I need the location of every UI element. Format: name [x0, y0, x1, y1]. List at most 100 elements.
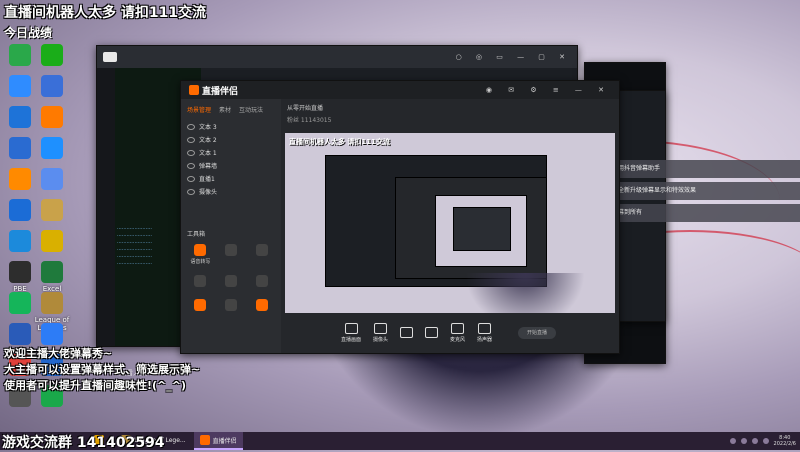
layer-item[interactable]: 摄像头	[181, 185, 281, 198]
control-button[interactable]: 摄像头	[373, 323, 388, 343]
tool-icon	[255, 299, 268, 311]
control-button[interactable]: 直播画面	[341, 323, 361, 343]
qq-group-number: 141402594	[76, 435, 165, 451]
tool-button[interactable]	[216, 275, 247, 289]
app-icon	[9, 44, 31, 66]
tool-button[interactable]	[216, 299, 247, 313]
tray-icon[interactable]	[751, 438, 758, 444]
layer-item[interactable]: 直播1	[181, 172, 281, 185]
danmaku-line: 使用者可以提升直播间趣味性!(^_^)	[4, 379, 187, 392]
stream-overlay-title: 直播间机器人太多 请扣111交流	[4, 5, 207, 21]
desktop-icon[interactable]	[2, 230, 38, 254]
desktop-icon[interactable]	[34, 168, 70, 192]
tool-button[interactable]	[246, 244, 277, 265]
desktop-icon[interactable]	[34, 323, 70, 347]
app-icon	[9, 199, 31, 221]
control-button[interactable]: 麦克风	[450, 323, 465, 343]
start-broadcast-button[interactable]: 开始直播	[518, 327, 557, 339]
control-button[interactable]	[425, 326, 439, 340]
tool-button[interactable]	[246, 299, 277, 313]
tool-icon	[194, 299, 207, 311]
tool-icon	[194, 275, 207, 287]
live-preview[interactable]: 直播间机器人太多 请扣111交流	[285, 133, 615, 329]
desktop-icon[interactable]	[2, 137, 38, 161]
tool-icon	[224, 299, 237, 311]
window-controls[interactable]: ○ ◎ ▭ — ▢ ✕	[456, 53, 571, 61]
tool-button[interactable]	[246, 275, 277, 289]
danmaku-line: 大主播可以设置弹幕样式、筛选展示弹~	[4, 363, 201, 376]
streamer-main: 从零开始直播 粉丝 11143015 直播间机器人太多 请扣111交流 直播画面…	[281, 99, 619, 353]
eye-icon[interactable]	[187, 175, 195, 182]
tool-button[interactable]	[216, 244, 247, 265]
control-button[interactable]: 扬声器	[477, 323, 492, 343]
desktop-icon[interactable]	[2, 292, 38, 316]
layer-list: 文本 3 文本 2 文本 1 弹幕墙直播1 摄像头	[181, 120, 281, 198]
tray-icon[interactable]	[729, 438, 736, 444]
streamer-app-window[interactable]: 直播伴侣 ◉ ✉ ⚙ ≡ — ✕ 场景管理 素材 互动玩法 文本 3 文本 2 文本…	[180, 80, 620, 354]
desktop-icon[interactable]	[2, 168, 38, 192]
layer-item[interactable]: 文本 2	[181, 133, 281, 146]
viewer-chat-lines: ······················ ··················…	[117, 226, 152, 267]
notice-1: 欢迎使用抖音弹幕助手	[592, 160, 800, 178]
toolbox-title: 工具箱	[187, 231, 206, 238]
control-label: 麦克风	[450, 337, 466, 343]
desktop-icon[interactable]	[34, 199, 70, 223]
layer-item[interactable]: 弹幕墙	[181, 159, 281, 172]
notice-3: 添加弹幕到所有	[592, 204, 800, 222]
taskbar-clock[interactable]: 8:40 2022/2/6	[774, 435, 796, 447]
viewer-left-rail	[97, 68, 115, 346]
desktop-icon[interactable]	[2, 75, 38, 99]
tool-button[interactable]: 语音转写	[185, 244, 216, 265]
eye-icon[interactable]	[187, 149, 195, 156]
tool-button[interactable]	[185, 299, 216, 313]
app-icon	[9, 230, 31, 252]
eye-icon[interactable]	[187, 188, 195, 195]
logo-icon	[189, 85, 199, 95]
tool-button[interactable]	[185, 275, 216, 289]
clock-date: 2022/2/6	[773, 441, 796, 447]
tab-interactive[interactable]: 互动玩法	[239, 105, 263, 114]
app-icon	[9, 261, 31, 283]
desktop-icon[interactable]	[34, 106, 70, 130]
tool-icon	[224, 244, 237, 256]
control-icon	[451, 323, 465, 334]
desktop-icon[interactable]	[2, 199, 38, 223]
app-icon	[9, 75, 31, 97]
layer-label: 弹幕墙	[199, 163, 218, 170]
danmaku-line: 欢迎主播大佬弹幕秀~	[4, 347, 113, 360]
app-icon	[41, 199, 63, 221]
viewer-window-titlebar[interactable]: ○ ◎ ▭ — ▢ ✕	[97, 46, 577, 68]
app-window-controls[interactable]: ◉ ✉ ⚙ ≡ — ✕	[486, 86, 611, 94]
scene-sidebar: 场景管理 素材 互动玩法 文本 3 文本 2 文本 1 弹幕墙直播1 摄像头 工具箱 语…	[181, 99, 281, 353]
eye-icon[interactable]	[187, 136, 195, 143]
desktop-icon[interactable]	[2, 44, 38, 68]
tab-scene[interactable]: 场景管理	[187, 105, 211, 114]
stream-overlay-subtitle: 今日战绩	[4, 26, 53, 40]
desktop-icon[interactable]	[34, 230, 70, 254]
control-button[interactable]	[400, 326, 414, 340]
desktop-icon[interactable]: PBE	[2, 261, 38, 293]
tab-assets[interactable]: 素材	[219, 105, 231, 114]
desktop-icon[interactable]	[2, 106, 38, 130]
desktop-icon[interactable]	[34, 44, 70, 68]
layer-label: 文本 2	[199, 137, 217, 144]
toolbox-grid: 语音转写	[185, 244, 277, 313]
volume-icon[interactable]	[762, 438, 769, 444]
layer-label: 文本 1	[199, 150, 217, 157]
preview-overlay-title: 直播间机器人太多 请扣111交流	[289, 138, 391, 146]
system-tray: 8:40 2022/2/6	[729, 435, 800, 447]
layer-item[interactable]: 文本 1	[181, 146, 281, 159]
brand-label: 直播伴侣	[202, 86, 239, 97]
taskbar-app[interactable]: 直播伴侣	[193, 432, 243, 450]
layer-item[interactable]: 文本 3	[181, 120, 281, 133]
app-icon	[41, 292, 63, 314]
desktop-icon[interactable]	[34, 75, 70, 99]
tray-icon[interactable]	[740, 438, 747, 444]
desktop-icon[interactable]	[34, 137, 70, 161]
eye-icon[interactable]	[187, 162, 195, 169]
eye-icon[interactable]	[187, 123, 195, 130]
control-label: 扬声器	[477, 337, 493, 343]
stream-info-stats: 粉丝 11143015	[287, 117, 332, 124]
scene-tabs: 场景管理 素材 互动玩法	[181, 99, 281, 120]
streamer-app-header[interactable]: 直播伴侣 ◉ ✉ ⚙ ≡ — ✕	[181, 81, 619, 99]
